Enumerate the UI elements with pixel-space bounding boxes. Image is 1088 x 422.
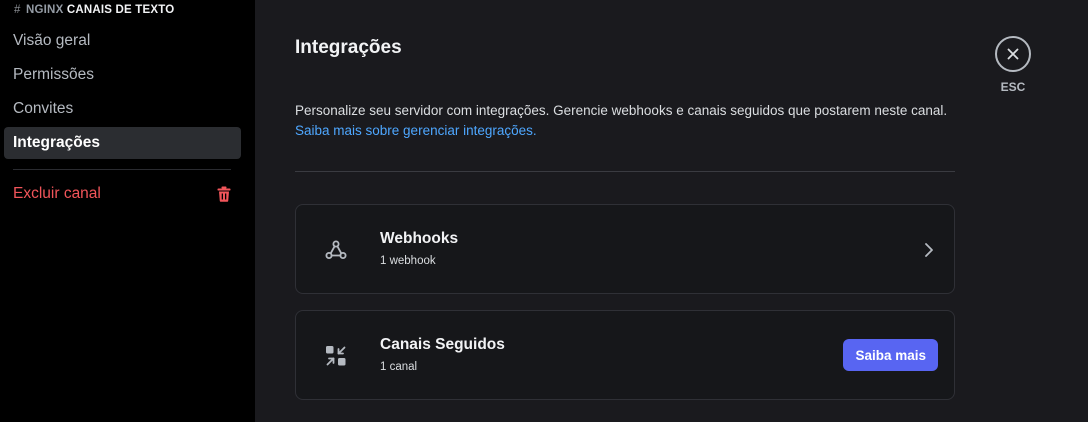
page-description: Personalize seu servidor com integrações… bbox=[295, 101, 955, 141]
settings-sidebar: # NGINX CANAIS DE TEXTO Visão geral Perm… bbox=[0, 0, 255, 422]
followed-channels-card: Canais Seguidos 1 canal Saiba mais bbox=[295, 310, 955, 400]
settings-content: Integrações Personalize seu servidor com… bbox=[255, 0, 1088, 422]
close-icon bbox=[1007, 48, 1019, 60]
content-divider bbox=[295, 171, 955, 172]
server-name: NGINX bbox=[26, 4, 64, 16]
description-text: Personalize seu servidor com integrações… bbox=[295, 103, 948, 118]
sidebar-item-invites[interactable]: Convites bbox=[4, 93, 241, 125]
channel-hash-icon: # bbox=[14, 4, 21, 16]
sidebar-separator bbox=[13, 169, 231, 170]
webhook-icon bbox=[324, 238, 348, 262]
followed-channels-title: Canais Seguidos bbox=[380, 336, 505, 353]
learn-more-button[interactable]: Saiba mais bbox=[843, 339, 938, 371]
close-button[interactable] bbox=[995, 36, 1031, 72]
sidebar-item-label: Visão geral bbox=[13, 32, 91, 49]
sidebar-item-integrations[interactable]: Integrações bbox=[4, 127, 241, 159]
sidebar-item-label: Convites bbox=[13, 100, 74, 117]
page-title: Integrações bbox=[295, 37, 402, 58]
followed-channels-icon bbox=[324, 344, 348, 368]
delete-channel-button[interactable]: Excluir canal bbox=[4, 178, 241, 210]
followed-channels-count: 1 canal bbox=[380, 361, 418, 373]
trash-icon bbox=[217, 186, 231, 202]
sidebar-item-label: Permissões bbox=[13, 66, 94, 83]
webhooks-count: 1 webhook bbox=[380, 255, 436, 267]
esc-label: ESC bbox=[1000, 80, 1026, 94]
sidebar-item-label: Integrações bbox=[13, 134, 101, 151]
learn-more-link[interactable]: Saiba mais sobre gerenciar integrações. bbox=[295, 121, 955, 141]
sidebar-channel-header: # NGINX CANAIS DE TEXTO bbox=[14, 4, 174, 16]
delete-channel-label: Excluir canal bbox=[13, 185, 101, 202]
webhooks-card[interactable]: Webhooks 1 webhook bbox=[295, 204, 955, 294]
webhooks-title: Webhooks bbox=[380, 230, 459, 247]
sidebar-item-permissions[interactable]: Permissões bbox=[4, 59, 241, 91]
category-name: CANAIS DE TEXTO bbox=[66, 4, 175, 16]
close-settings[interactable]: ESC bbox=[994, 36, 1032, 94]
sidebar-item-overview[interactable]: Visão geral bbox=[4, 25, 241, 57]
chevron-right-icon bbox=[922, 241, 936, 259]
